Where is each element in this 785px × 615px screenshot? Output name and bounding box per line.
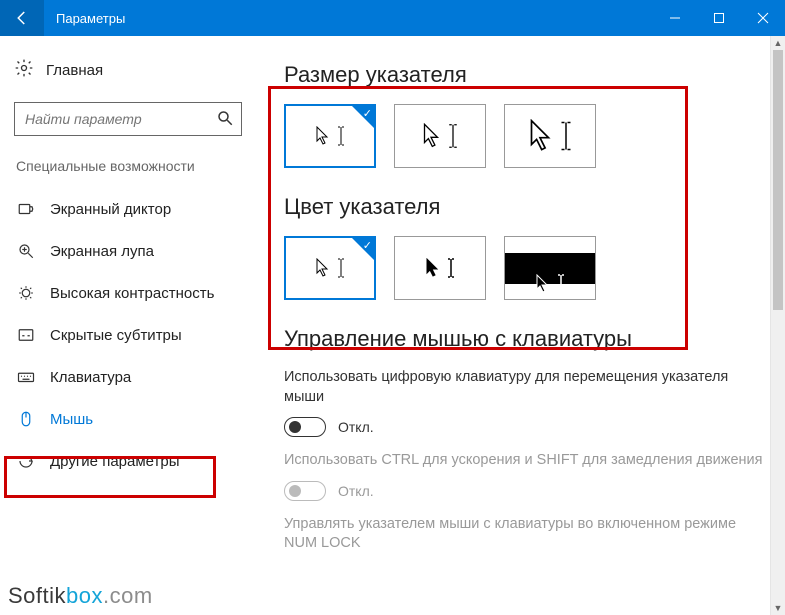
sidebar-item-label: Высокая контрастность — [50, 285, 214, 302]
watermark: Softikbox.com — [8, 583, 153, 609]
cursor-icon — [528, 119, 552, 153]
pointer-size-options — [284, 104, 763, 168]
cursor-icon — [535, 274, 549, 294]
maximize-icon — [713, 12, 725, 24]
minimize-icon — [669, 12, 681, 24]
captions-icon — [16, 326, 36, 344]
sidebar-item-mouse[interactable]: Мышь — [14, 398, 242, 440]
ibeam-icon — [448, 123, 458, 149]
cursor-icon — [315, 126, 329, 146]
magnifier-icon — [16, 242, 36, 260]
keyboard-icon — [16, 368, 36, 386]
scrollbar-thumb[interactable] — [773, 50, 783, 310]
ibeam-icon — [337, 258, 345, 278]
pointer-size-small[interactable] — [284, 104, 376, 168]
ibeam-icon — [337, 126, 345, 146]
ibeam-icon — [560, 119, 572, 153]
maximize-button[interactable] — [697, 0, 741, 36]
nav-list: Экранный диктор Экранная лупа Высокая ко… — [14, 188, 242, 482]
other-icon — [16, 452, 36, 470]
cursor-icon — [422, 123, 440, 149]
mouse-keys-desc2: Использовать CTRL для ускорения и SHIFT … — [284, 451, 763, 471]
pointer-size-large[interactable] — [504, 104, 596, 168]
pointer-color-black[interactable] — [394, 236, 486, 300]
sidebar-item-magnifier[interactable]: Экранная лупа — [14, 230, 242, 272]
main-content: Размер указателя Цвет указателя — [256, 36, 785, 615]
heading-pointer-color: Цвет указателя — [284, 194, 763, 220]
toggle-ctrl-shift — [284, 481, 326, 501]
pointer-color-white[interactable] — [284, 236, 376, 300]
sidebar-item-label: Скрытые субтитры — [50, 327, 182, 344]
sidebar-item-label: Клавиатура — [50, 369, 131, 386]
minimize-button[interactable] — [653, 0, 697, 36]
pointer-size-medium[interactable] — [394, 104, 486, 168]
pointer-color-options — [284, 236, 763, 300]
selected-checkmark-icon — [352, 106, 374, 128]
close-button[interactable] — [741, 0, 785, 36]
cursor-icon — [315, 258, 329, 278]
pointer-color-invert[interactable] — [504, 236, 596, 300]
back-arrow-icon — [13, 9, 31, 27]
scrollbar[interactable]: ▲ ▼ — [770, 36, 785, 615]
gear-icon — [14, 58, 34, 82]
sidebar-item-contrast[interactable]: Высокая контрастность — [14, 272, 242, 314]
search-input[interactable] — [14, 102, 242, 136]
sidebar-item-label: Экранная лупа — [50, 243, 154, 260]
toggle-mouse-keys-label: Откл. — [338, 419, 374, 435]
ibeam-icon — [557, 274, 565, 294]
section-heading: Специальные возможности — [14, 158, 242, 174]
mouse-keys-desc3: Управлять указателем мыши с клавиатуры в… — [284, 515, 763, 554]
sidebar: Главная Специальные возможности Экранный… — [0, 36, 256, 615]
cursor-icon — [425, 258, 439, 278]
mouse-keys-desc1: Использовать цифровую клавиатуру для пер… — [284, 368, 763, 407]
sidebar-item-label: Экранный диктор — [50, 201, 171, 218]
sidebar-item-captions[interactable]: Скрытые субтитры — [14, 314, 242, 356]
window-title: Параметры — [44, 11, 125, 26]
sidebar-item-keyboard[interactable]: Клавиатура — [14, 356, 242, 398]
sidebar-item-label: Мышь — [50, 411, 93, 428]
close-icon — [757, 12, 769, 24]
toggle-mouse-keys[interactable] — [284, 417, 326, 437]
sidebar-item-narrator[interactable]: Экранный диктор — [14, 188, 242, 230]
contrast-icon — [16, 284, 36, 302]
back-button[interactable] — [0, 0, 44, 36]
home-link[interactable]: Главная — [14, 58, 242, 82]
mouse-icon — [16, 410, 36, 428]
search-icon — [216, 109, 234, 132]
sidebar-item-label: Другие параметры — [50, 453, 180, 470]
selected-checkmark-icon — [352, 238, 374, 260]
heading-mouse-keys: Управление мышью с клавиатуры — [284, 326, 763, 352]
heading-pointer-size: Размер указателя — [284, 62, 763, 88]
sidebar-item-other[interactable]: Другие параметры — [14, 440, 242, 482]
ibeam-icon — [447, 258, 455, 278]
scroll-up-icon[interactable]: ▲ — [771, 36, 785, 50]
toggle-ctrl-shift-label: Откл. — [338, 483, 374, 499]
narrator-icon — [16, 200, 36, 218]
scroll-down-icon[interactable]: ▼ — [771, 601, 785, 615]
home-label: Главная — [46, 62, 103, 79]
